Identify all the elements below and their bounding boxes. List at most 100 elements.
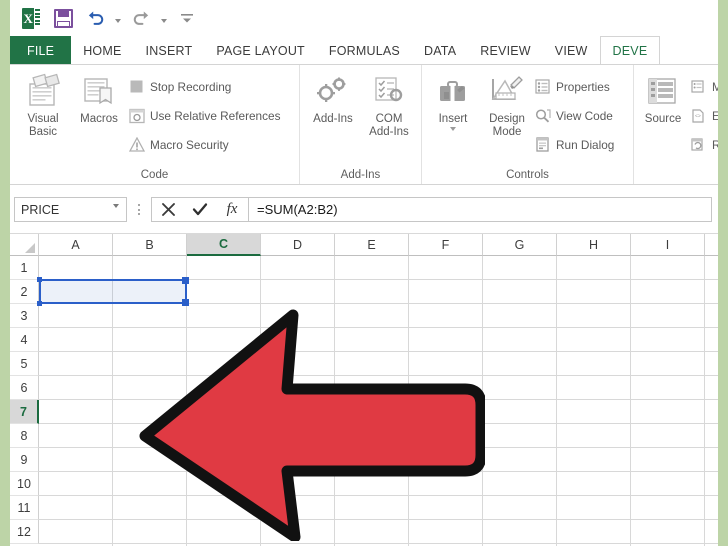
row-header-4[interactable]: 4	[10, 328, 39, 352]
cancel-formula-icon[interactable]	[152, 198, 184, 221]
row-header-2[interactable]: 2	[10, 280, 39, 304]
expansion-packs-button[interactable]: <> Exp	[690, 107, 718, 124]
row-header-7[interactable]: 7	[10, 400, 39, 424]
column-header-overflow	[705, 234, 718, 256]
row-header-8[interactable]: 8	[10, 424, 39, 448]
tab-page-layout[interactable]: PAGE LAYOUT	[204, 36, 317, 65]
xml-source-button[interactable]: Source	[636, 71, 690, 126]
tab-file[interactable]: FILE	[10, 36, 72, 65]
xml-source-icon	[642, 71, 684, 113]
row-header-6[interactable]: 6	[10, 376, 39, 400]
customize-quick-access-icon[interactable]	[172, 4, 202, 32]
range-right-edge-bar	[185, 285, 187, 296]
cell-area[interactable]: =SUM(A2:B2)	[37, 256, 718, 546]
tab-insert[interactable]: INSERT	[134, 36, 205, 65]
spreadsheet-grid: A B C D E F G H I 1 2 3 4 5 6 7 8 9 10 1…	[10, 234, 718, 546]
column-header-a[interactable]: A	[39, 234, 113, 256]
column-header-e[interactable]: E	[335, 234, 409, 256]
name-box-value: PRICE	[21, 202, 60, 217]
properties-button[interactable]: Properties	[534, 78, 610, 95]
visual-basic-button[interactable]: Visual Basic	[16, 71, 70, 139]
run-dialog-button[interactable]: Run Dialog	[534, 136, 614, 153]
customize-glyph	[181, 14, 193, 23]
expansion-packs-icon: <>	[690, 107, 707, 124]
column-header-c[interactable]: C	[187, 234, 261, 256]
macros-icon	[78, 71, 120, 113]
stop-recording-button[interactable]: Stop Recording	[128, 78, 231, 95]
macros-button[interactable]: Macros	[72, 71, 126, 126]
range-handle-top-left[interactable]	[37, 277, 42, 282]
save-icon[interactable]	[48, 4, 78, 32]
row-header-11[interactable]: 11	[10, 496, 39, 520]
refresh-data-button[interactable]: Ref	[690, 136, 718, 153]
undo-arrow-glyph	[88, 11, 103, 25]
tab-review[interactable]: REVIEW	[468, 36, 543, 65]
quick-access-toolbar: X	[10, 0, 718, 36]
use-relative-references-label: Use Relative References	[150, 108, 281, 123]
insert-function-icon[interactable]: fx	[216, 198, 248, 221]
row-header-10[interactable]: 10	[10, 472, 39, 496]
view-code-label: View Code	[556, 108, 613, 123]
add-ins-icon	[312, 71, 354, 113]
name-box-dropdown-icon[interactable]	[113, 204, 119, 222]
undo-dropdown-icon[interactable]	[112, 4, 124, 32]
enter-formula-icon[interactable]	[184, 198, 216, 221]
macros-label-1: Macros	[80, 113, 118, 125]
column-header-g[interactable]: G	[483, 234, 557, 256]
formula-bar-separator	[132, 197, 146, 222]
redo-arrow-glyph	[133, 11, 148, 25]
redo-icon[interactable]	[126, 4, 156, 32]
use-relative-references-button[interactable]: Use Relative References	[128, 107, 280, 124]
formula-bar-row: PRICE fx =SUM(A2:B2)	[10, 186, 718, 234]
column-header-b[interactable]: B	[113, 234, 187, 256]
grid-vline	[704, 256, 705, 546]
grid-hline	[39, 543, 718, 544]
map-properties-button[interactable]: Ma	[690, 78, 718, 95]
red-pointer-arrow	[139, 309, 485, 541]
insert-control-label-1: Insert	[438, 113, 468, 125]
visual-basic-icon	[22, 71, 64, 113]
range-handle-top-right[interactable]	[182, 277, 189, 284]
macro-security-button[interactable]: Macro Security	[128, 136, 229, 153]
group-label-controls: Controls	[506, 169, 549, 181]
tab-formulas[interactable]: FORMULAS	[317, 36, 412, 65]
insert-function-label: fx	[226, 201, 238, 217]
tab-data[interactable]: DATA	[412, 36, 468, 65]
tab-developer[interactable]: DEVE	[599, 36, 661, 65]
excel-application-window: X FILE HOME INSERT PAGE LAYOUT FORMULAS …	[10, 0, 718, 546]
svg-text:<>: <>	[695, 113, 701, 119]
column-header-d[interactable]: D	[261, 234, 335, 256]
name-box[interactable]: PRICE	[14, 197, 127, 222]
column-header-f[interactable]: F	[409, 234, 483, 256]
select-all-corner[interactable]	[10, 234, 39, 256]
insert-control-button[interactable]: Insert	[426, 71, 480, 131]
undo-icon[interactable]	[80, 4, 110, 32]
insert-control-icon	[432, 71, 474, 113]
view-code-button[interactable]: View Code	[534, 107, 613, 124]
row-header-12[interactable]: 12	[10, 520, 39, 544]
add-ins-button[interactable]: Add-Ins	[306, 71, 360, 126]
ribbon-group-code: Visual Basic Macros Stop Recording Use R…	[10, 65, 300, 184]
excel-icon: X	[16, 4, 46, 32]
row-header-9[interactable]: 9	[10, 448, 39, 472]
column-header-h[interactable]: H	[557, 234, 631, 256]
tab-home[interactable]: HOME	[71, 36, 133, 65]
com-add-ins-icon	[368, 71, 410, 113]
map-properties-label: Ma	[712, 79, 718, 94]
ribbon-tab-strip: FILE HOME INSERT PAGE LAYOUT FORMULAS DA…	[10, 36, 718, 65]
tab-view[interactable]: VIEW	[543, 36, 600, 65]
properties-label: Properties	[556, 79, 610, 94]
formula-text: =SUM(A2:B2)	[257, 202, 338, 217]
range-handle-bottom-left[interactable]	[37, 301, 42, 306]
insert-control-dropdown-icon[interactable]	[450, 127, 456, 131]
row-header-5[interactable]: 5	[10, 352, 39, 376]
stop-recording-label: Stop Recording	[150, 79, 232, 94]
redo-dropdown-icon[interactable]	[158, 4, 170, 32]
row-header-1[interactable]: 1	[10, 256, 39, 280]
formula-input[interactable]: =SUM(A2:B2)	[248, 197, 712, 222]
row-header-3[interactable]: 3	[10, 304, 39, 328]
group-label-add-ins: Add-Ins	[340, 169, 381, 181]
design-mode-button[interactable]: Design Mode	[480, 71, 534, 139]
column-header-i[interactable]: I	[631, 234, 705, 256]
com-add-ins-button[interactable]: Add-Ins COM Add-Ins	[362, 71, 416, 139]
